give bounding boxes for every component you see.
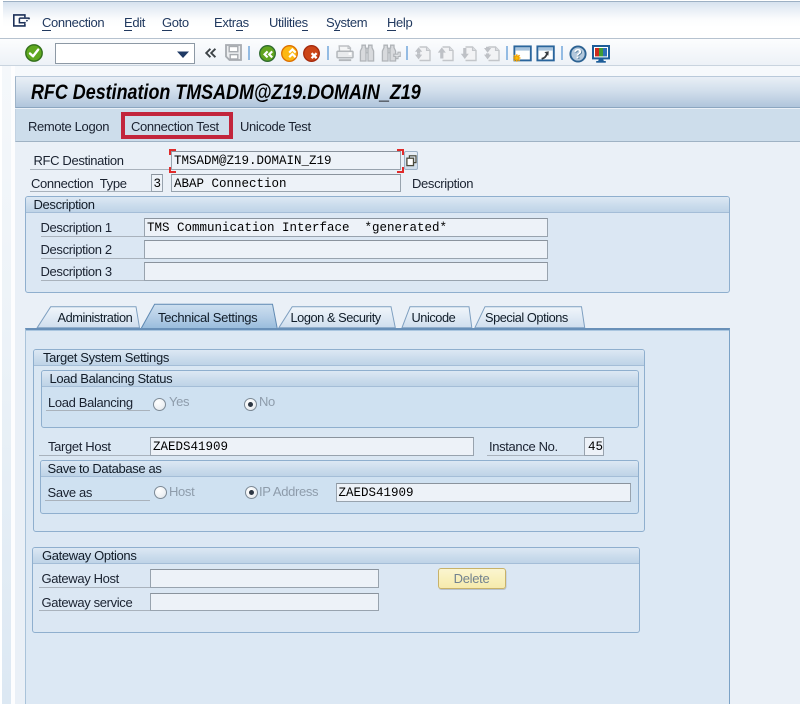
svg-text:?: ? bbox=[574, 46, 582, 61]
